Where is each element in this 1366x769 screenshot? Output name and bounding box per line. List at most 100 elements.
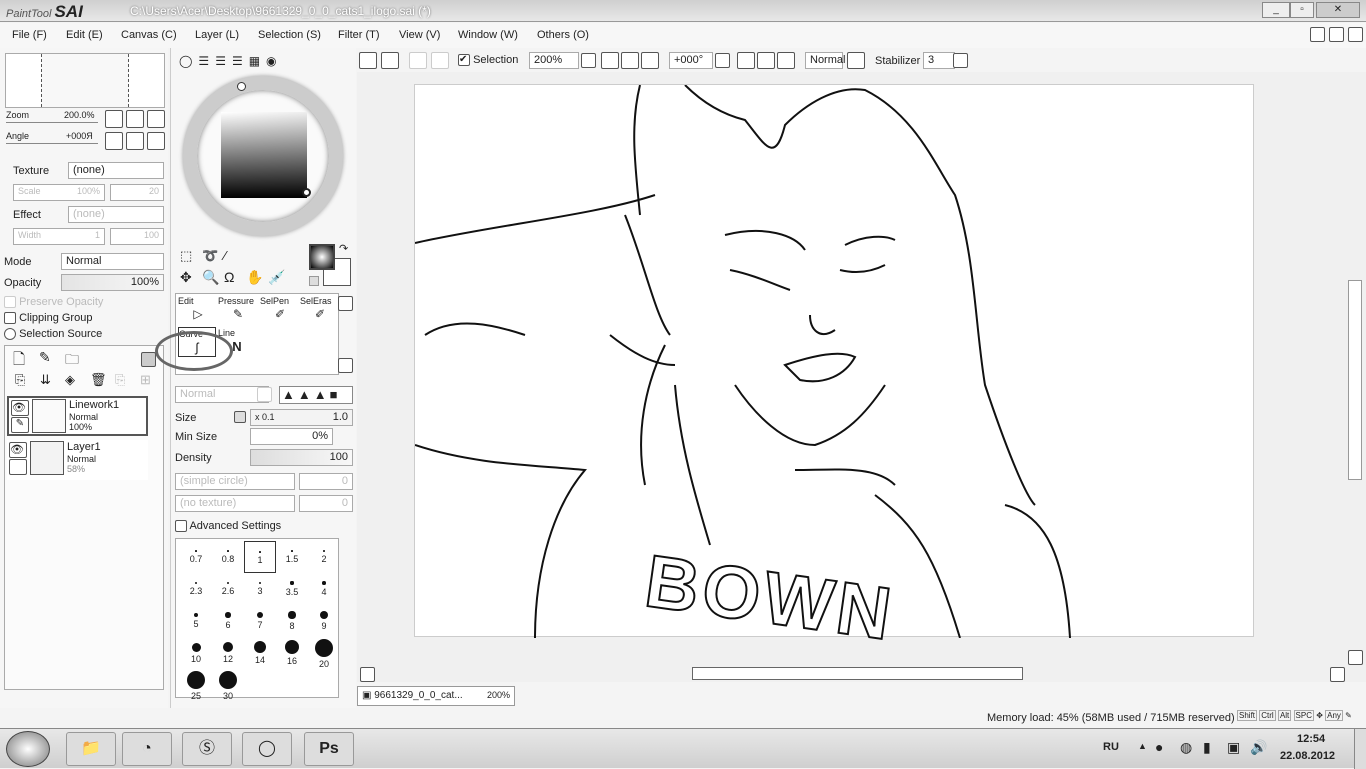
drawing-canvas[interactable]: BOWN bbox=[414, 84, 1254, 657]
menu-layer[interactable]: Layer (L) bbox=[195, 29, 239, 41]
zoom-out-toolbar-button[interactable] bbox=[601, 52, 619, 69]
deselect-button[interactable] bbox=[409, 52, 427, 69]
rotate-reset-toolbar-button[interactable] bbox=[777, 52, 795, 69]
tray-network-icon[interactable]: ▣ bbox=[1227, 739, 1240, 756]
zoom-in-toolbar-button[interactable] bbox=[621, 52, 639, 69]
layer-item[interactable]: 👁 ✎ Linework1 Normal 100% bbox=[7, 396, 148, 436]
hand-icon[interactable]: ✋ bbox=[246, 269, 263, 286]
show-hidden-icons[interactable]: ▲ bbox=[1138, 741, 1147, 751]
move-icon[interactable]: ✥ bbox=[180, 269, 192, 286]
tool-selpen[interactable]: SelPen ✐ bbox=[260, 295, 300, 325]
zoom-fit-button[interactable] bbox=[126, 110, 144, 128]
brush-size-preset[interactable]: 7 bbox=[244, 605, 276, 637]
tray-power-icon[interactable]: ▮ bbox=[1203, 739, 1211, 756]
rect-select-icon[interactable]: ⬚ bbox=[180, 248, 192, 264]
brush-size-preset[interactable]: 4 bbox=[308, 573, 340, 605]
document-tab[interactable]: ▣ 9661329_0_0_cat... 200% bbox=[357, 686, 515, 706]
color-sv-square[interactable] bbox=[221, 112, 307, 198]
brush-size-preset[interactable]: 0.7 bbox=[180, 541, 212, 573]
stabilizer-dropdown[interactable] bbox=[953, 53, 968, 68]
brush-size-preset[interactable]: 30 bbox=[212, 669, 244, 701]
rotate-reset-button[interactable] bbox=[126, 132, 144, 150]
tool-pressure[interactable]: Pressure ✎ bbox=[218, 295, 258, 325]
tray-globe-icon[interactable]: ◍ bbox=[1180, 739, 1192, 756]
swap-colors-icon[interactable]: ↷ bbox=[339, 242, 348, 255]
brush-size-preset[interactable]: 16 bbox=[276, 637, 308, 669]
close-button[interactable]: ✕ bbox=[1316, 2, 1360, 18]
transparent-color-icon[interactable] bbox=[309, 276, 319, 286]
brush-texture-amount[interactable]: 0 bbox=[299, 495, 353, 512]
menu-canvas[interactable]: Canvas (C) bbox=[121, 29, 177, 41]
taskbar-browser-icon[interactable]: ◯ bbox=[242, 732, 292, 766]
rotate-right-button[interactable] bbox=[147, 132, 165, 150]
pen-lock-icon[interactable] bbox=[9, 459, 27, 475]
pen-lock-icon[interactable]: ✎ bbox=[11, 417, 29, 433]
taskbar-paint-icon[interactable]: ◔ bbox=[122, 732, 172, 766]
brush-size-preset[interactable]: 2.3 bbox=[180, 573, 212, 605]
start-button[interactable] bbox=[6, 731, 50, 767]
clock-time[interactable]: 12:54 bbox=[1297, 733, 1325, 745]
angle-select[interactable]: +000° bbox=[669, 52, 713, 69]
opacity-slider[interactable]: 100% bbox=[61, 274, 164, 291]
stabilizer-select[interactable]: 3 bbox=[923, 52, 955, 69]
horizontal-scrollbar[interactable] bbox=[692, 667, 1023, 680]
layout-button-3[interactable] bbox=[1348, 27, 1363, 42]
invert-selection-button[interactable] bbox=[431, 52, 449, 69]
brush-size-preset[interactable]: 14 bbox=[244, 637, 276, 669]
zoom-dropdown[interactable] bbox=[581, 53, 596, 68]
texture-amount-field[interactable]: 20 bbox=[110, 184, 164, 201]
brush-size-preset[interactable]: 10 bbox=[180, 637, 212, 669]
brush-size-preset[interactable]: 5 bbox=[180, 605, 212, 637]
brush-edge-shapes[interactable]: ▲▲▲■ bbox=[279, 386, 353, 404]
menu-selection[interactable]: Selection (S) bbox=[258, 29, 321, 41]
brush-size-preset[interactable]: 2 bbox=[308, 541, 340, 573]
layout-button-2[interactable] bbox=[1329, 27, 1344, 42]
undo-button[interactable] bbox=[359, 52, 377, 69]
menu-window[interactable]: Window (W) bbox=[458, 29, 518, 41]
merge-down-icon[interactable]: ⇊ bbox=[40, 372, 51, 388]
texture-select[interactable]: (none) bbox=[68, 162, 164, 179]
brush-blend-select[interactable]: Normal bbox=[175, 386, 269, 403]
brush-size-preset[interactable]: 1 bbox=[244, 541, 276, 573]
new-folder-icon[interactable]: 🗀 bbox=[65, 349, 79, 373]
flip-view-button[interactable] bbox=[847, 52, 865, 69]
taskbar-explorer-icon[interactable]: 📁 bbox=[66, 732, 116, 766]
menu-view[interactable]: View (V) bbox=[399, 29, 440, 41]
brush-size-preset[interactable]: 1.5 bbox=[276, 541, 308, 573]
layout-button-1[interactable] bbox=[1310, 27, 1325, 42]
brush-size-preset[interactable]: 8 bbox=[276, 605, 308, 637]
zoom-reset-button[interactable] bbox=[641, 52, 659, 69]
clipping-group-checkbox[interactable]: Clipping Group bbox=[4, 312, 92, 325]
redo-button[interactable] bbox=[381, 52, 399, 69]
min-size-slider[interactable]: 0% bbox=[250, 428, 333, 445]
scroll-right-button[interactable] bbox=[1330, 667, 1345, 682]
new-layer-icon[interactable]: 🗋 bbox=[13, 349, 25, 374]
brush-size-preset[interactable]: 12 bbox=[212, 637, 244, 669]
size-lock-checkbox[interactable] bbox=[234, 411, 246, 423]
tool-seleras[interactable]: SelEras ✐ bbox=[300, 295, 340, 325]
zoom-slider[interactable] bbox=[6, 122, 98, 123]
tool-panel-option-button-2[interactable] bbox=[338, 358, 353, 373]
tool-edit[interactable]: Edit ▷ bbox=[178, 295, 218, 325]
blend-mode-select[interactable]: Normal bbox=[61, 253, 164, 270]
navigator-preview[interactable] bbox=[5, 53, 165, 108]
sv-picker-handle[interactable] bbox=[302, 188, 311, 197]
brush-blend-dropdown[interactable] bbox=[257, 387, 272, 402]
advanced-settings-checkbox[interactable]: Advanced Settings bbox=[175, 520, 281, 533]
rotate-icon[interactable]: Ω bbox=[224, 269, 234, 285]
eyedropper-icon[interactable]: 💉 bbox=[268, 269, 285, 286]
menu-others[interactable]: Others (O) bbox=[537, 29, 589, 41]
scroll-corner-button[interactable] bbox=[1348, 650, 1363, 665]
tool-panel-option-button[interactable] bbox=[338, 296, 353, 311]
brush-size-preset[interactable]: 3 bbox=[244, 573, 276, 605]
layer-panel-option-button[interactable] bbox=[141, 352, 156, 367]
show-desktop-button[interactable] bbox=[1354, 729, 1366, 769]
language-indicator[interactable]: RU bbox=[1103, 741, 1119, 753]
clear-layer-icon[interactable]: ◈ bbox=[65, 372, 75, 388]
zoom-in-button[interactable] bbox=[147, 110, 165, 128]
clock-date[interactable]: 22.08.2012 bbox=[1280, 750, 1335, 762]
effect-amount-field[interactable]: 100 bbox=[110, 228, 164, 245]
brush-size-preset[interactable]: 2.6 bbox=[212, 573, 244, 605]
paste-layer-icon[interactable]: ⎘ bbox=[15, 372, 25, 388]
size-slider[interactable]: x 0.1 1.0 bbox=[250, 409, 353, 426]
